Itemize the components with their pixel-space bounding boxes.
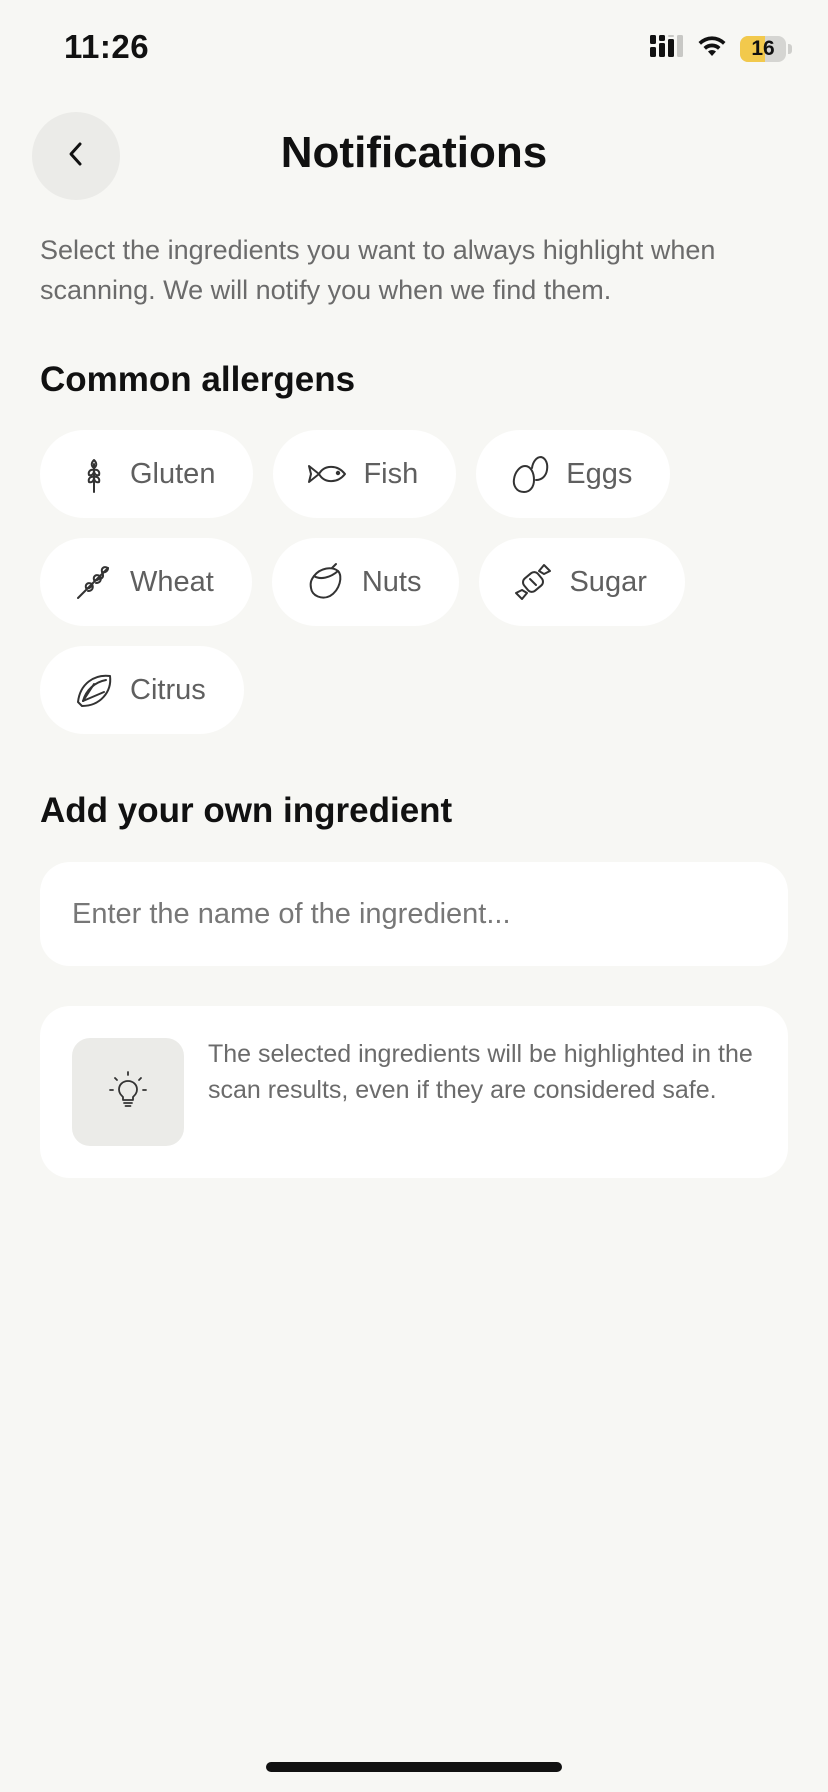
- fish-icon: [307, 454, 347, 494]
- citrus-icon: [74, 670, 114, 710]
- lightbulb-icon: [107, 1069, 149, 1116]
- allergen-chip-label: Nuts: [361, 565, 422, 598]
- allergen-chip-gluten[interactable]: Gluten: [40, 430, 254, 518]
- add-ingredient-title: Add your own ingredient: [40, 791, 453, 830]
- wheat-icon: [74, 562, 114, 602]
- allergen-chip-nuts[interactable]: Nuts: [271, 538, 460, 626]
- wifi-icon: [696, 34, 728, 63]
- allergen-chip-label: Fish: [363, 457, 419, 490]
- status-bar: 11:26 16: [0, 0, 828, 100]
- allergen-chip-label: Sugar: [569, 565, 647, 598]
- page-description: Select the ingredients you want to alway…: [40, 235, 716, 305]
- allergen-chip-label: Wheat: [130, 565, 214, 598]
- allergen-chip-label: Gluten: [130, 457, 216, 490]
- allergen-chip-fish[interactable]: Fish: [273, 430, 457, 518]
- battery-icon: 16: [740, 35, 792, 62]
- ingredient-input-wrapper: [40, 862, 788, 966]
- battery: 16: [740, 35, 786, 62]
- info-card: The selected ingredients will be highlig…: [40, 1006, 788, 1178]
- allergen-chip-wheat[interactable]: Wheat: [40, 538, 252, 626]
- battery-level: 16: [751, 36, 775, 60]
- allergen-chip-list: Gluten Fish Eggs Wheat Nuts Sugar Citrus: [40, 430, 800, 734]
- status-time: 11:26: [64, 28, 150, 65]
- info-text: The selected ingredients will be highlig…: [208, 1040, 753, 1104]
- candy-icon: [513, 562, 553, 602]
- info-icon-box: [72, 1038, 184, 1146]
- page-title: Notifications: [280, 128, 548, 177]
- eggs-icon: [510, 454, 550, 494]
- allergen-chip-sugar[interactable]: Sugar: [479, 538, 685, 626]
- cellular-signal-icon: [650, 35, 684, 62]
- allergen-chip-eggs[interactable]: Eggs: [476, 430, 671, 518]
- allergen-chip-label: Citrus: [130, 673, 206, 706]
- home-indicator: [266, 1762, 562, 1772]
- status-icons: 16: [650, 34, 792, 63]
- wheat-stalk-icon: [74, 454, 114, 494]
- common-allergens-title: Common allergens: [40, 360, 356, 399]
- nut-icon: [306, 562, 346, 602]
- allergen-chip-citrus[interactable]: Citrus: [40, 646, 244, 734]
- allergen-chip-label: Eggs: [566, 457, 633, 490]
- battery-cap: [788, 43, 792, 54]
- ingredient-name-input[interactable]: [40, 862, 788, 966]
